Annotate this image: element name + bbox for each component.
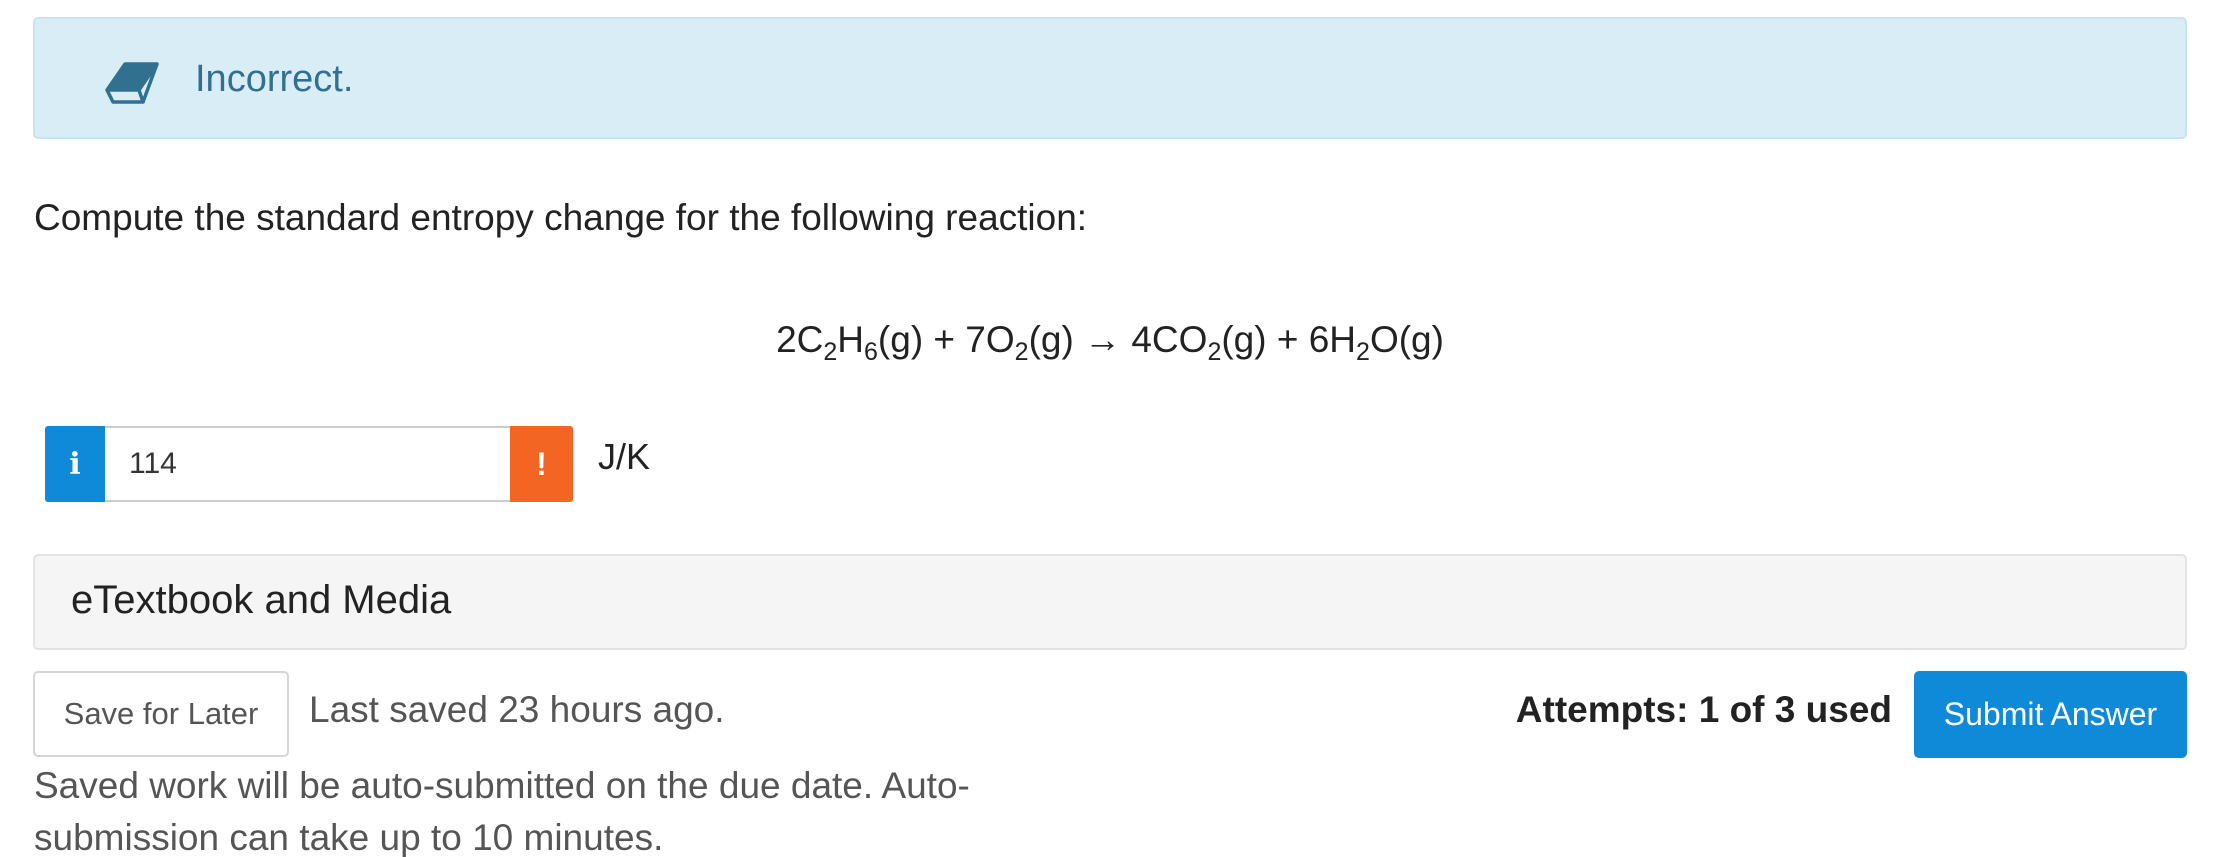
eq-subscript: 2: [1014, 338, 1029, 366]
save-for-later-button[interactable]: Save for Later: [33, 671, 289, 757]
eq-subscript: 2: [823, 338, 838, 366]
etextbook-label: eTextbook and Media: [71, 578, 452, 622]
eq-part: O(g): [1369, 319, 1444, 360]
unit-label: J/K: [598, 436, 651, 477]
question-prompt: Compute the standard entropy change for …: [34, 197, 1088, 238]
eraser-icon: [105, 62, 159, 104]
question-page: Incorrect. Compute the standard entropy …: [0, 0, 2220, 857]
eq-part: 2C: [776, 319, 824, 360]
eq-part: (g) + 7O: [877, 319, 1015, 360]
auto-submit-note: Saved work will be auto-submitted on the…: [34, 765, 970, 857]
eq-part: (g) → 4CO: [1028, 319, 1208, 360]
eq-part: (g) + 6H: [1221, 319, 1357, 360]
answer-field[interactable]: [105, 426, 510, 502]
eq-subscript: 2: [1207, 338, 1222, 366]
exclamation-icon[interactable]: !: [510, 426, 573, 502]
eq-subscript: 2: [1356, 338, 1370, 366]
etextbook-panel[interactable]: eTextbook and Media: [33, 554, 2187, 650]
last-saved-status: Last saved 23 hours ago.: [309, 689, 725, 730]
incorrect-alert: Incorrect.: [33, 17, 2187, 139]
submit-answer-button[interactable]: Submit Answer: [1914, 671, 2187, 758]
alert-message: Incorrect.: [195, 58, 354, 100]
attempts-counter: Attempts: 1 of 3 used: [1515, 689, 1892, 730]
eq-part: H: [837, 319, 865, 360]
info-icon[interactable]: i: [45, 426, 105, 502]
reaction-equation: 2C2H6(g) + 7O2(g) → 4CO2(g) + 6H2O(g): [0, 318, 2220, 365]
answer-input-group: i !: [45, 426, 573, 502]
eq-subscript: 6: [864, 338, 878, 366]
